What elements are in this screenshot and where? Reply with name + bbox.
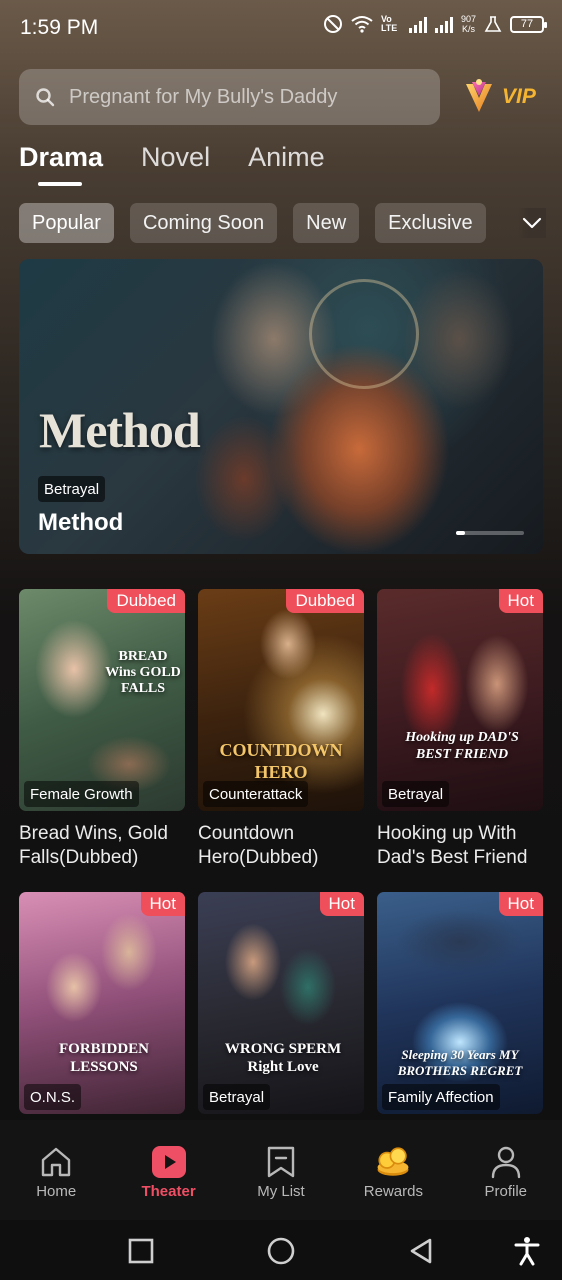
poster-title-art: BREAD Wins GOLD FALLS: [105, 649, 181, 696]
badge-hot: Hot: [498, 589, 543, 613]
chip-exclusive[interactable]: Exclusive: [375, 203, 486, 243]
nav-my-list[interactable]: My List: [225, 1120, 337, 1220]
chip-coming-soon[interactable]: Coming Soon: [129, 203, 278, 243]
search-placeholder: Pregnant for My Bully's Daddy: [69, 85, 338, 108]
drama-card[interactable]: BREAD Wins GOLD FALLS Dubbed Female Grow…: [19, 589, 185, 892]
net-speed: 907 K/s: [460, 14, 476, 34]
nav-home-label: Home: [36, 1183, 77, 1200]
flask-icon: [484, 16, 502, 32]
card-poster: BREAD Wins GOLD FALLS Dubbed Female Grow…: [19, 589, 185, 811]
poster-title-art: Hooking up DAD'S BEST FRIEND: [405, 730, 519, 762]
lte-indicator: Vo LTE: [380, 14, 398, 33]
badge-hot: Hot: [140, 892, 185, 916]
banner-clock-art: [309, 279, 419, 389]
profile-icon: [488, 1144, 524, 1180]
nav-rewards-label: Rewards: [363, 1183, 423, 1200]
drama-card[interactable]: Hooking up DAD'S BEST FRIEND Hot Betraya…: [377, 589, 543, 892]
home-icon: [38, 1144, 74, 1180]
battery-indicator: 77: [510, 15, 547, 33]
accessibility-icon: [514, 1237, 540, 1266]
card-poster: COUNTDOWN HERO Dubbed Counterattack: [198, 589, 364, 811]
nav-my-list-label: My List: [257, 1183, 305, 1200]
do-not-disturb-icon: [323, 15, 342, 33]
poster-title-art: COUNTDOWN HERO: [219, 740, 343, 782]
status-time: 1:59 PM: [20, 16, 99, 39]
main-tabs: Drama Novel Anime: [19, 142, 325, 186]
system-nav-bar: [0, 1220, 562, 1280]
poster-title-art: Sleeping 30 Years MY BROTHERS REGRET: [397, 1047, 523, 1078]
card-title: Bread Wins, Gold Falls(Dubbed): [19, 823, 168, 868]
poster-title-art: WRONG SPERM Right Love: [224, 1041, 342, 1075]
circle-icon: [267, 1237, 295, 1265]
square-icon: [128, 1238, 154, 1264]
banner-logo-text: Method: [39, 402, 201, 458]
vip-button[interactable]: VIP: [460, 74, 546, 120]
card-genre-tag: Female Growth: [24, 781, 139, 807]
vip-label: VIP: [502, 85, 536, 108]
carousel-indicator: [456, 531, 524, 535]
badge-hot: Hot: [319, 892, 364, 916]
badge-dubbed: Dubbed: [107, 589, 185, 613]
chip-new[interactable]: New: [293, 203, 360, 243]
search-icon: [36, 88, 55, 107]
signal-icon: [408, 15, 427, 33]
banner-title: Method: [38, 509, 124, 536]
card-poster: WRONG SPERM Right Love Hot Betrayal: [198, 892, 364, 1114]
card-poster: Hooking up DAD'S BEST FRIEND Hot Betraya…: [377, 589, 543, 811]
drama-grid: BREAD Wins GOLD FALLS Dubbed Female Grow…: [19, 589, 543, 1195]
card-poster: FORBIDDEN LESSONS Hot O.N.S.: [19, 892, 185, 1114]
signal-icon-2: [434, 15, 453, 33]
poster-title-art: FORBIDDEN LESSONS: [58, 1041, 149, 1075]
card-genre-tag: Betrayal: [382, 781, 450, 807]
tab-drama[interactable]: Drama: [19, 142, 103, 186]
card-title: Hooking up With Dad's Best Friend: [377, 823, 528, 868]
featured-banner[interactable]: Method Betrayal Method: [19, 259, 543, 554]
status-bar: 1:59 PM Vo LTE 907 K/s 77: [0, 0, 562, 58]
nav-profile-label: Profile: [484, 1183, 528, 1200]
status-icons: Vo LTE 907 K/s 77: [323, 14, 547, 34]
card-poster: Sleeping 30 Years MY BROTHERS REGRET Hot…: [377, 892, 543, 1114]
back-button[interactable]: [406, 1236, 436, 1266]
badge-hot: Hot: [498, 892, 543, 916]
nav-theater-label: Theater: [141, 1183, 196, 1200]
chip-popular[interactable]: Popular: [19, 203, 114, 243]
card-title: Countdown Hero(Dubbed): [198, 823, 319, 868]
gold-coins-icon: [375, 1144, 411, 1180]
search-bar[interactable]: Pregnant for My Bully's Daddy: [19, 69, 440, 125]
nav-home[interactable]: Home: [0, 1120, 112, 1220]
drama-card[interactable]: COUNTDOWN HERO Dubbed Counterattack Coun…: [198, 589, 364, 892]
bottom-nav: Home Theater My List Rewards Profile: [0, 1120, 562, 1220]
chevron-down-icon[interactable]: [518, 208, 546, 238]
recent-apps-button[interactable]: [126, 1236, 156, 1266]
banner-genre-tag: Betrayal: [38, 476, 106, 502]
nav-profile[interactable]: Profile: [450, 1120, 562, 1220]
badge-dubbed: Dubbed: [286, 589, 364, 613]
vip-crown-icon: [466, 79, 492, 112]
bookmark-icon: [263, 1144, 299, 1180]
accessibility-button[interactable]: [512, 1236, 542, 1266]
card-genre-tag: O.N.S.: [24, 1084, 82, 1110]
card-genre-tag: Family Affection: [382, 1084, 500, 1110]
tab-anime[interactable]: Anime: [248, 142, 325, 173]
nav-rewards[interactable]: Rewards: [337, 1120, 449, 1220]
home-button[interactable]: [266, 1236, 296, 1266]
nav-theater[interactable]: Theater: [112, 1120, 224, 1220]
tab-novel[interactable]: Novel: [141, 142, 210, 173]
filter-chips: Popular Coming Soon New Exclusive: [19, 203, 486, 243]
card-genre-tag: Betrayal: [203, 1084, 271, 1110]
triangle-back-icon: [410, 1238, 432, 1264]
play-icon: [151, 1144, 187, 1180]
card-genre-tag: Counterattack: [203, 781, 309, 807]
wifi-icon: [351, 16, 373, 33]
